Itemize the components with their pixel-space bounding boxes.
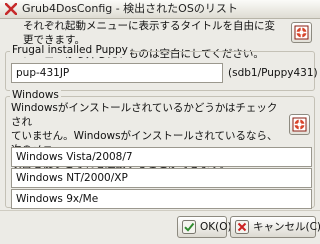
cancel-icon <box>235 220 249 234</box>
windows-entry-input[interactable]: Windows 9x/Me <box>11 189 312 209</box>
windows-entry-input[interactable]: Windows Vista/2008/7 <box>11 147 312 167</box>
frugal-location-label: (sdb1/Puppy431) <box>228 67 318 79</box>
button-separator <box>0 210 320 211</box>
window-title: Grub4DosConfig - 検出されたOSのリスト <box>22 2 238 15</box>
title-bar[interactable]: Grub4DosConfig - 検出されたOSのリスト <box>0 0 320 19</box>
cancel-button-label: キャンセル(C) <box>253 221 320 233</box>
frugal-group-label: Frugal installed Puppy <box>10 44 130 57</box>
cancel-button[interactable]: キャンセル(C) <box>230 216 320 238</box>
ok-button-label: OK(O) <box>200 221 232 233</box>
lifebuoy-icon <box>292 117 307 132</box>
frugal-title-input[interactable]: pup-431JP <box>11 63 223 83</box>
x-app-icon <box>5 3 17 15</box>
help-button-windows[interactable] <box>289 114 310 135</box>
lifebuoy-icon <box>294 25 309 40</box>
checkmark-icon <box>182 220 196 234</box>
help-button-top[interactable] <box>291 22 312 43</box>
windows-entry-input[interactable]: Windows NT/2000/XP <box>11 168 312 188</box>
ok-button[interactable]: OK(O) <box>177 216 232 238</box>
